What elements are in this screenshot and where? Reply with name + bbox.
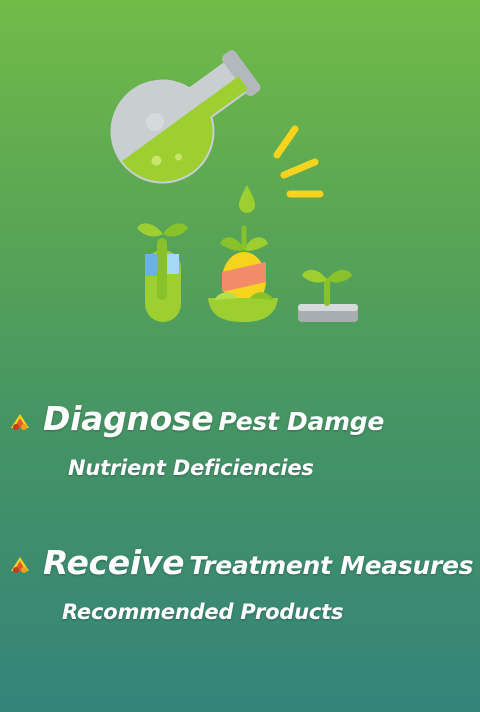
flask-icon: [110, 50, 261, 184]
sparkle-icon: [273, 125, 324, 198]
hero-illustration: [110, 50, 358, 322]
feature-headline: Receive Treatment Measures: [43, 543, 474, 582]
feature-subline: Recommended Products: [62, 600, 344, 624]
feature-receive: Receive Treatment Measures Recommended Pr…: [0, 540, 480, 640]
liquid-drop-icon: [239, 185, 255, 213]
headline-keyword: Diagnose: [43, 399, 214, 438]
seedling-tray-icon: [298, 269, 358, 322]
pest-bug-bullet-icon: [11, 414, 29, 430]
pest-bug-bullet-icon: [11, 557, 29, 573]
feature-headline: Diagnose Pest Damge: [43, 399, 384, 438]
headline-detail: Treatment Measures: [189, 551, 474, 580]
intro-screen: { "hero": { "illustration": "flask-pouri…: [0, 0, 480, 712]
headline-keyword: Receive: [43, 543, 185, 582]
potted-plant-icon: [208, 225, 278, 322]
feature-subline: Nutrient Deficiencies: [68, 456, 314, 480]
headline-detail: Pest Damge: [218, 407, 385, 436]
feature-diagnose: Diagnose Pest Damge Nutrient Deficiencies: [0, 395, 480, 495]
test-tube-sprout-icon: [137, 223, 188, 322]
